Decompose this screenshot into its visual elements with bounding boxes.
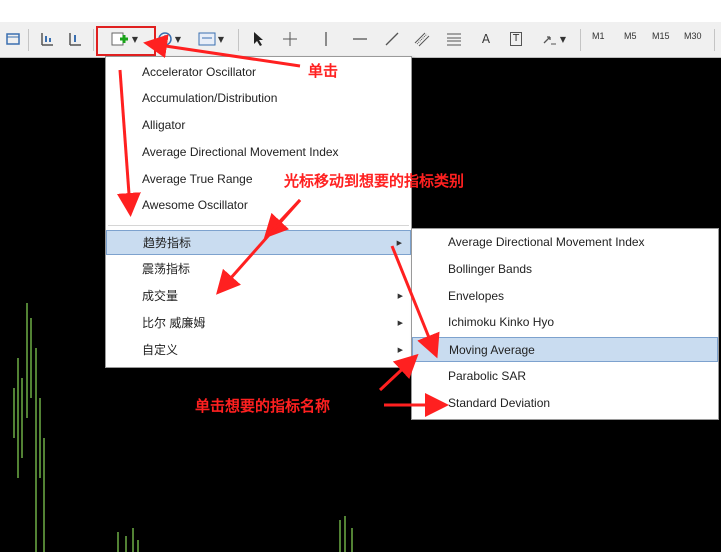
- menu-category-label: 比尔 威廉姆: [142, 316, 206, 330]
- text-tool-button[interactable]: A: [476, 28, 496, 50]
- chevron-down-icon: ▼: [559, 34, 567, 44]
- submenu-arrow-icon: ▶: [397, 347, 403, 354]
- cursor-icon: [254, 32, 263, 46]
- annotation-move-to-category: 光标移动到想要的指标类别: [284, 172, 465, 190]
- chevron-down-icon: ▼: [174, 34, 182, 44]
- timeframe-m5-button[interactable]: M5: [624, 31, 637, 41]
- clock-icon: [158, 32, 172, 46]
- annotation-click: 单击: [308, 62, 339, 80]
- zoom-in-icon[interactable]: [36, 28, 58, 50]
- templates-dropdown-button[interactable]: ▼: [192, 28, 230, 50]
- chart-left-edge: [0, 58, 10, 552]
- menu-category-custom[interactable]: 自定义 ▶: [106, 338, 411, 363]
- chevron-down-icon: ▼: [217, 34, 225, 44]
- submenu-item-ichimoku[interactable]: Ichimoku Kinko Hyo: [412, 310, 718, 335]
- submenu-item-bollinger-bands[interactable]: Bollinger Bands: [412, 257, 718, 282]
- submenu-item-moving-average[interactable]: Moving Average: [412, 337, 718, 362]
- menu-item-accelerator-oscillator[interactable]: Accelerator Oscillator: [106, 60, 411, 85]
- chart-window-icon: [6, 33, 20, 45]
- submenu-arrow-icon: ▶: [397, 320, 403, 327]
- chart-window-icon[interactable]: [4, 28, 22, 50]
- arrows-dropdown-button[interactable]: ▼: [536, 28, 572, 50]
- indicator-button-highlight: [96, 26, 156, 56]
- horizontal-line-icon[interactable]: [350, 28, 370, 50]
- fibonacci-icon: [447, 33, 461, 46]
- menu-item-admi[interactable]: Average Directional Movement Index: [106, 140, 411, 165]
- submenu-item-standard-deviation[interactable]: Standard Deviation: [412, 391, 718, 416]
- template-icon: [198, 32, 216, 46]
- horizontal-line-icon: [353, 38, 367, 40]
- trend-submenu: Average Directional Movement Index Bolli…: [411, 228, 719, 420]
- submenu-arrow-icon: ▶: [397, 293, 403, 300]
- vertical-line-icon[interactable]: [316, 28, 336, 50]
- menu-item-accumulation-distribution[interactable]: Accumulation/Distribution: [106, 86, 411, 111]
- equidistant-channel-icon[interactable]: [412, 28, 432, 50]
- submenu-item-admi[interactable]: Average Directional Movement Index: [412, 230, 718, 255]
- submenu-arrow-icon: ▶: [396, 240, 402, 247]
- zoom-in-icon: [41, 33, 53, 46]
- timeframe-m15-button[interactable]: M15: [652, 31, 670, 41]
- crosshair-icon[interactable]: [280, 28, 300, 50]
- zoom-out-icon[interactable]: [64, 28, 86, 50]
- periodicity-dropdown-button[interactable]: ▼: [152, 28, 186, 50]
- zoom-out-icon: [69, 33, 81, 46]
- menu-item-alligator[interactable]: Alligator: [106, 113, 411, 138]
- menu-category-label: 震荡指标: [142, 262, 191, 276]
- indicator-menu: Accelerator Oscillator Accumulation/Dist…: [105, 56, 412, 368]
- submenu-item-envelopes[interactable]: Envelopes: [412, 284, 718, 309]
- menu-category-label: 成交量: [142, 289, 179, 303]
- menu-category-label: 自定义: [142, 343, 179, 357]
- menu-category-oscillators[interactable]: 震荡指标: [106, 257, 411, 282]
- vertical-line-icon: [325, 32, 327, 46]
- annotation-click-indicator-name: 单击想要的指标名称: [195, 397, 331, 415]
- fibonacci-icon[interactable]: [444, 28, 464, 50]
- cursor-icon[interactable]: [248, 28, 268, 50]
- trendline-icon: [385, 32, 399, 46]
- menu-category-volumes[interactable]: 成交量 ▶: [106, 284, 411, 309]
- crosshair-icon: [283, 32, 297, 46]
- label-tool-button[interactable]: T: [506, 28, 526, 50]
- timeframe-m30-button[interactable]: M30: [684, 31, 702, 41]
- timeframe-m1-button[interactable]: M1: [592, 31, 605, 41]
- arrows-icon: [543, 36, 556, 45]
- menu-separator: [108, 225, 409, 226]
- menu-category-bill-williams[interactable]: 比尔 威廉姆 ▶: [106, 311, 411, 336]
- menu-item-awesome-oscillator[interactable]: Awesome Oscillator: [106, 193, 411, 218]
- text-label-icon: T: [509, 32, 523, 46]
- trendline-icon[interactable]: [382, 28, 402, 50]
- equidistant-channel-icon: [414, 32, 430, 47]
- submenu-item-parabolic-sar[interactable]: Parabolic SAR: [412, 364, 718, 389]
- menu-category-label: 趋势指标: [143, 236, 192, 250]
- menu-category-trend[interactable]: 趋势指标 ▶: [106, 230, 411, 255]
- window-top-strip: [0, 0, 721, 22]
